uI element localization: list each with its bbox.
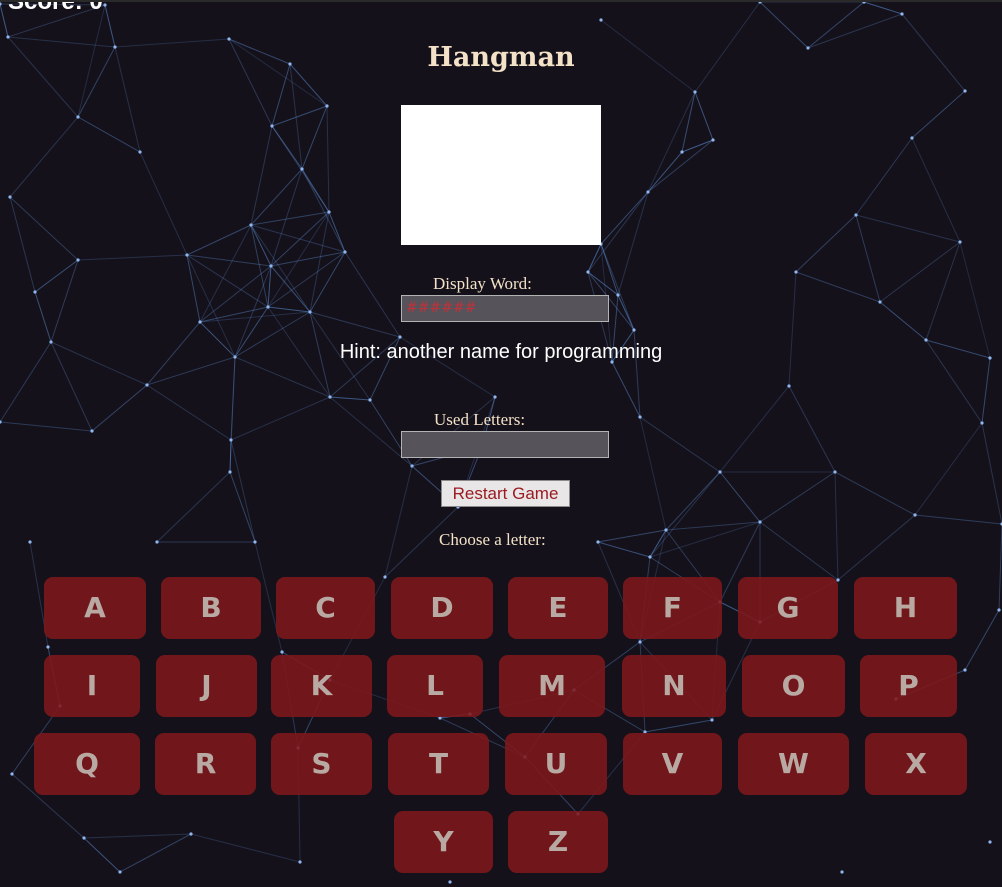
letter-key-k[interactable]: K: [271, 655, 372, 717]
letter-key-q[interactable]: Q: [34, 733, 140, 795]
letter-key-g[interactable]: G: [738, 577, 838, 639]
letter-key-j[interactable]: J: [156, 655, 257, 717]
letter-key-u[interactable]: U: [505, 733, 607, 795]
letter-key-m[interactable]: M: [499, 655, 605, 717]
letter-keyboard: ABCDEFGH IJKLMNOP QRSTUVWX YZ: [0, 2, 1002, 887]
letter-key-s[interactable]: S: [271, 733, 372, 795]
letter-key-b[interactable]: B: [161, 577, 261, 639]
letter-key-e[interactable]: E: [508, 577, 608, 639]
letter-key-t[interactable]: T: [388, 733, 489, 795]
letter-key-i[interactable]: I: [44, 655, 140, 717]
letter-key-v[interactable]: V: [623, 733, 722, 795]
letter-key-l[interactable]: L: [387, 655, 483, 717]
letter-key-w[interactable]: W: [738, 733, 849, 795]
letter-key-a[interactable]: A: [44, 577, 146, 639]
letter-key-p[interactable]: P: [860, 655, 957, 717]
letter-key-c[interactable]: C: [276, 577, 375, 639]
letter-key-d[interactable]: D: [391, 577, 493, 639]
letter-key-n[interactable]: N: [622, 655, 726, 717]
game-stage: Score: 0 Hangman Display Word: ###### Hi…: [0, 0, 1002, 887]
letter-key-z[interactable]: Z: [508, 811, 608, 873]
letter-key-o[interactable]: O: [742, 655, 845, 717]
letter-key-x[interactable]: X: [865, 733, 967, 795]
letter-key-y[interactable]: Y: [394, 811, 493, 873]
letter-key-f[interactable]: F: [623, 577, 722, 639]
letter-key-r[interactable]: R: [155, 733, 256, 795]
letter-key-h[interactable]: H: [854, 577, 957, 639]
